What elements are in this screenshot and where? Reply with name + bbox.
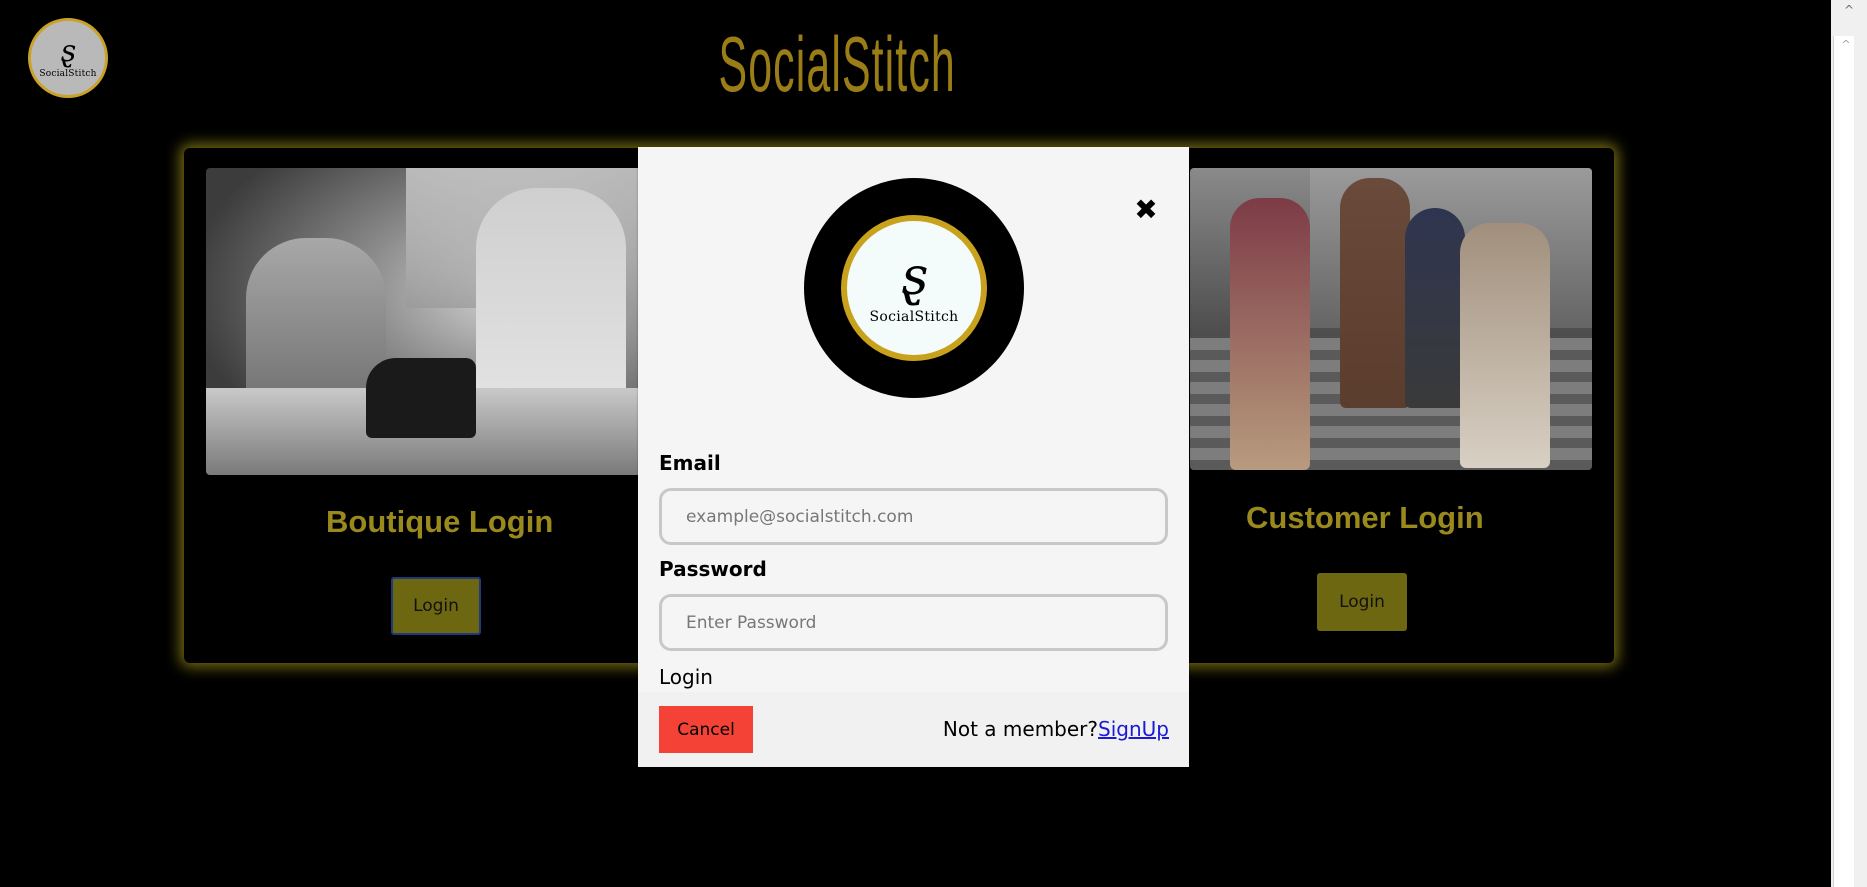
login-submit[interactable]: Login bbox=[659, 665, 713, 689]
modal-logo: ȿ SocialStitch bbox=[804, 178, 1024, 398]
not-member-text: Not a member? bbox=[942, 717, 1099, 741]
boutique-login-title: Boutique Login bbox=[326, 504, 554, 539]
signup-link[interactable]: SignUp bbox=[1098, 717, 1169, 741]
login-modal: ȿ SocialStitch ✖ Email Password Login Ca… bbox=[638, 147, 1189, 767]
customer-login-button[interactable]: Login bbox=[1317, 573, 1407, 631]
site-title: SocialStitch bbox=[718, 20, 956, 108]
email-field[interactable] bbox=[659, 488, 1168, 545]
boutique-image bbox=[206, 168, 646, 475]
modal-logo-monogram: ȿ bbox=[900, 247, 928, 307]
cancel-button[interactable]: Cancel bbox=[659, 706, 753, 753]
logo-monogram: ȿ bbox=[60, 34, 76, 69]
customer-image bbox=[1190, 168, 1592, 470]
corner-logo-text: SocialStitch bbox=[39, 69, 97, 79]
password-label: Password bbox=[659, 557, 767, 581]
signup-prompt: Not a member?SignUp bbox=[943, 717, 1169, 741]
scrollbar-thumb[interactable] bbox=[1833, 36, 1854, 887]
email-label: Email bbox=[659, 451, 721, 475]
password-field[interactable] bbox=[659, 594, 1168, 651]
customer-login-title: Customer Login bbox=[1246, 500, 1484, 535]
corner-logo[interactable]: ȿ SocialStitch bbox=[28, 18, 108, 98]
modal-logo-text: SocialStitch bbox=[869, 309, 959, 325]
boutique-login-button[interactable]: Login bbox=[391, 577, 481, 635]
close-icon[interactable]: ✖ bbox=[1133, 196, 1159, 224]
scroll-thumb-arrow-icon: ^ bbox=[1841, 38, 1851, 51]
chevron-up-icon[interactable]: ^ bbox=[1837, 2, 1861, 18]
